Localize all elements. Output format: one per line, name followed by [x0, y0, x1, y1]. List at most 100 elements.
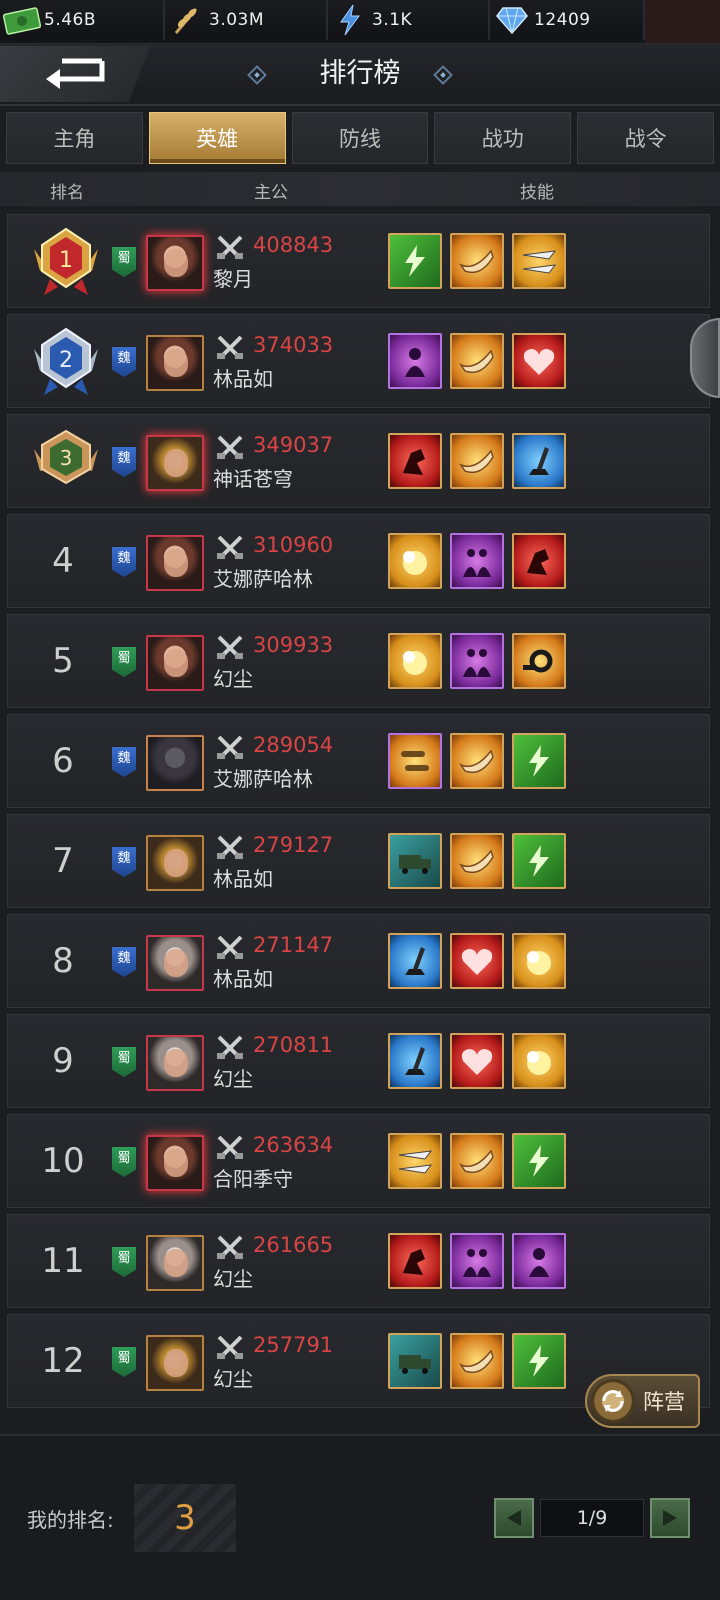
avatar[interactable]	[146, 1335, 204, 1391]
avatar[interactable]	[146, 935, 204, 991]
column-rank: 排名	[50, 183, 84, 203]
my-rank-label: 我的排名:	[27, 1508, 114, 1532]
explosion-skill-icon[interactable]	[388, 633, 442, 689]
prev-page-button[interactable]	[494, 1498, 534, 1538]
explosion-skill-icon[interactable]	[512, 933, 566, 989]
gear-wheel-skill-icon[interactable]	[512, 633, 566, 689]
crossed-swords-icon	[217, 1135, 243, 1159]
column-skills: 技能	[520, 183, 554, 203]
tab-battle-pass[interactable]: 战令	[577, 112, 714, 164]
mortar-skill-icon[interactable]	[388, 1033, 442, 1089]
mortar-skill-icon[interactable]	[388, 933, 442, 989]
horn-skill-icon[interactable]	[450, 433, 504, 489]
blades-skill-icon[interactable]	[512, 233, 566, 289]
broken-heart-skill-icon[interactable]	[450, 933, 504, 989]
bullets-skill-icon[interactable]	[388, 733, 442, 789]
squad-skill-icon[interactable]	[450, 1233, 504, 1289]
horn-skill-icon[interactable]	[450, 1333, 504, 1389]
energy-resource[interactable]: 3.1K	[328, 0, 490, 40]
lightning-skill-icon[interactable]	[388, 233, 442, 289]
avatar[interactable]	[146, 535, 204, 591]
table-row[interactable]: 7 魏 279127 林品如	[7, 814, 710, 908]
table-row[interactable]: 5 蜀 309933 幻尘	[7, 614, 710, 708]
lightning-skill-icon[interactable]	[512, 733, 566, 789]
skill-list	[388, 733, 566, 789]
camp-button[interactable]: 阵营	[585, 1374, 700, 1428]
avatar[interactable]	[146, 1235, 204, 1291]
faction-badge: 蜀	[112, 1247, 136, 1277]
skill-list	[388, 1233, 566, 1289]
power-value: 271147	[253, 933, 334, 957]
avatar[interactable]	[146, 835, 204, 891]
squad-skill-icon[interactable]	[450, 633, 504, 689]
player-name: 林品如	[213, 967, 273, 991]
player-name: 黎月	[213, 267, 253, 291]
rank-number: 4	[52, 541, 74, 581]
tab-merit[interactable]: 战功	[434, 112, 572, 164]
skill-list	[388, 333, 566, 389]
lightning-skill-icon[interactable]	[512, 1133, 566, 1189]
page-header: 排行榜	[0, 44, 720, 106]
tab-bar: 主角 英雄 防线 战功 战令	[6, 112, 714, 164]
avatar[interactable]	[146, 735, 204, 791]
strike-skill-icon[interactable]	[388, 433, 442, 489]
horn-skill-icon[interactable]	[450, 733, 504, 789]
table-row[interactable]: 4 魏 310960 艾娜萨哈林	[7, 514, 710, 608]
table-row[interactable]: 9 蜀 270811 幻尘	[7, 1014, 710, 1108]
wheat-resource[interactable]: 3.03M	[165, 0, 328, 40]
skill-list	[388, 1333, 566, 1389]
player-name: 神话苍穹	[213, 467, 293, 491]
power-value: 310960	[253, 533, 334, 557]
faction-badge: 魏	[112, 847, 136, 877]
strike-skill-icon[interactable]	[512, 533, 566, 589]
table-row[interactable]: 1 蜀 408843 黎月	[7, 214, 710, 308]
crossed-swords-icon	[217, 935, 243, 959]
shadow-skill-icon[interactable]	[512, 1233, 566, 1289]
tab-hero[interactable]: 英雄	[148, 112, 286, 164]
chevron-right-icon	[663, 1510, 677, 1526]
blades-skill-icon[interactable]	[388, 1133, 442, 1189]
next-page-button[interactable]	[650, 1498, 690, 1538]
truck-skill-icon[interactable]	[388, 833, 442, 889]
horn-skill-icon[interactable]	[450, 333, 504, 389]
horn-skill-icon[interactable]	[450, 833, 504, 889]
lightning-skill-icon[interactable]	[512, 833, 566, 889]
skill-list	[388, 633, 566, 689]
diamond-icon	[490, 2, 534, 38]
broken-heart-skill-icon[interactable]	[450, 1033, 504, 1089]
faction-badge: 蜀	[112, 1047, 136, 1077]
horn-skill-icon[interactable]	[450, 1133, 504, 1189]
horn-skill-icon[interactable]	[450, 233, 504, 289]
camp-button-label: 阵营	[643, 1390, 685, 1414]
avatar[interactable]	[146, 635, 204, 691]
lightning-skill-icon[interactable]	[512, 1333, 566, 1389]
avatar[interactable]	[146, 1035, 204, 1091]
crossed-swords-icon	[217, 335, 243, 359]
truck-skill-icon[interactable]	[388, 1333, 442, 1389]
avatar[interactable]	[146, 235, 204, 291]
diamond-resource[interactable]: 12409	[490, 0, 645, 40]
shadow-skill-icon[interactable]	[388, 333, 442, 389]
avatar[interactable]	[146, 435, 204, 491]
avatar[interactable]	[146, 335, 204, 391]
table-row[interactable]: 6 魏 289054 艾娜萨哈林	[7, 714, 710, 808]
table-row[interactable]: 11 蜀 261665 幻尘	[7, 1214, 710, 1308]
explosion-skill-icon[interactable]	[388, 533, 442, 589]
table-row[interactable]: 8 魏 271147 林品如	[7, 914, 710, 1008]
strike-skill-icon[interactable]	[388, 1233, 442, 1289]
mortar-skill-icon[interactable]	[512, 433, 566, 489]
player-name: 林品如	[213, 367, 273, 391]
cash-resource[interactable]: 5.46B	[0, 0, 165, 40]
faction-badge: 魏	[112, 947, 136, 977]
table-row[interactable]: 3 魏 349037 神话苍穹	[7, 414, 710, 508]
power-value: 408843	[253, 233, 334, 257]
back-button[interactable]	[0, 46, 150, 102]
avatar[interactable]	[146, 1135, 204, 1191]
table-row[interactable]: 2 魏 374033 林品如	[7, 314, 710, 408]
tab-defense[interactable]: 防线	[291, 112, 429, 164]
squad-skill-icon[interactable]	[450, 533, 504, 589]
table-row[interactable]: 10 蜀 263634 合阳季守	[7, 1114, 710, 1208]
broken-heart-skill-icon[interactable]	[512, 333, 566, 389]
explosion-skill-icon[interactable]	[512, 1033, 566, 1089]
tab-protagonist[interactable]: 主角	[6, 112, 143, 164]
